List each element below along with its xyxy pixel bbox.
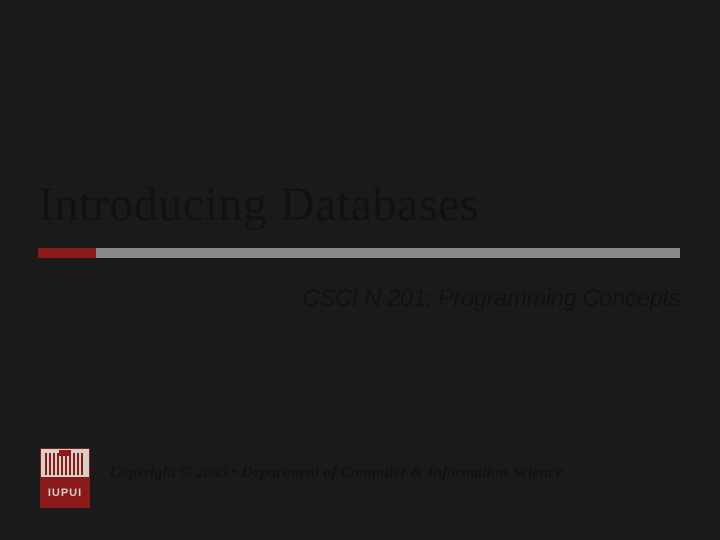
title-block: Introducing Databases xyxy=(38,177,658,232)
logo-building-icon xyxy=(40,448,90,478)
logo-text: IUPUI xyxy=(40,478,90,508)
slide-title: Introducing Databases xyxy=(38,177,658,232)
divider-bar xyxy=(38,248,680,258)
subtitle-block: CSCI N 201: Programming Concepts xyxy=(0,285,680,313)
slide-subtitle: CSCI N 201: Programming Concepts xyxy=(0,285,680,313)
iupui-logo: IUPUI xyxy=(40,448,90,508)
copyright-text: Copyright © 2005 • Department of Compute… xyxy=(110,464,690,482)
copyright-block: Copyright © 2005 • Department of Compute… xyxy=(110,464,690,482)
